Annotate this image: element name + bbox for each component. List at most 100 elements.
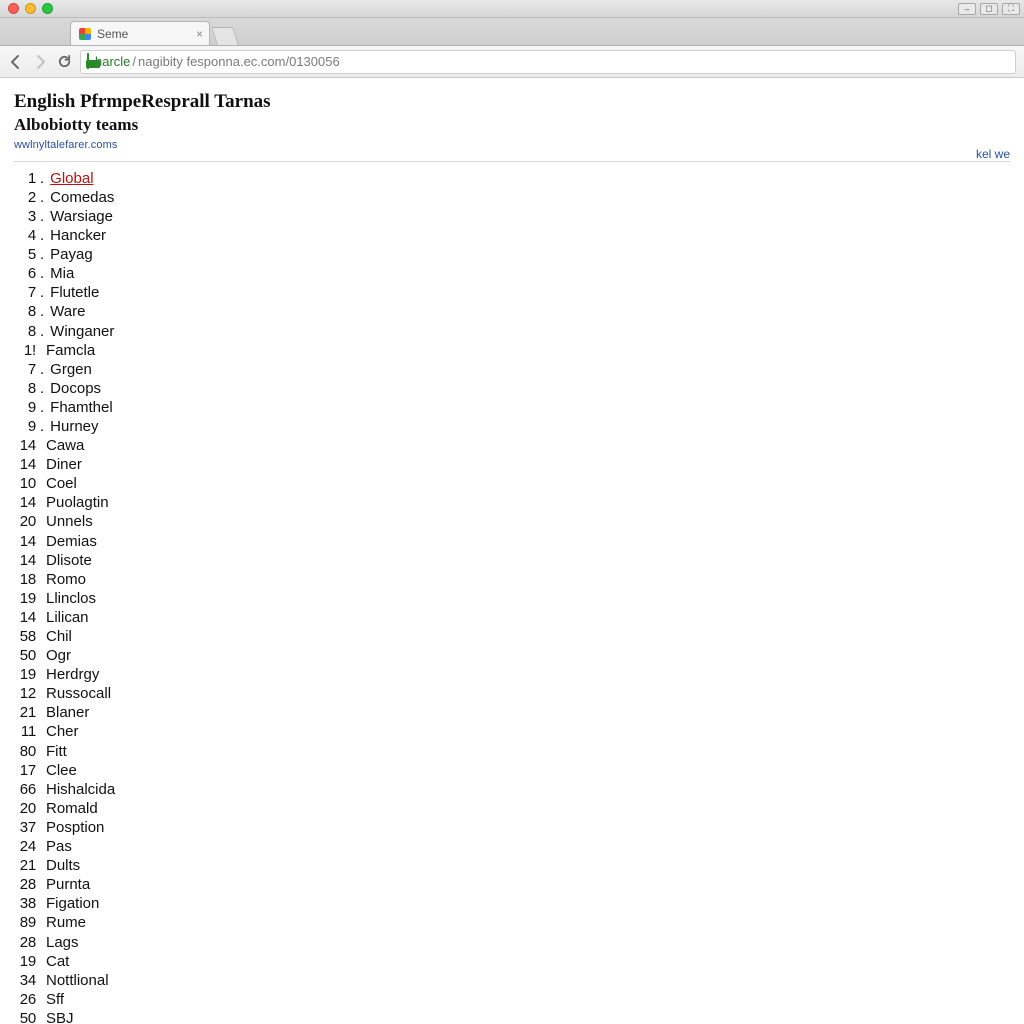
list-item-number: 37 (14, 819, 36, 836)
list-item-number: 14 (14, 533, 36, 550)
list-item-number: 21 (14, 857, 36, 874)
list-item: 2.Comedas (14, 189, 1010, 208)
list-item-label: Puolagtin (46, 494, 109, 511)
browser-tab-active[interactable]: Seme × (70, 21, 210, 45)
list-item-label: Docops (50, 380, 101, 397)
list-item-label: Hurney (50, 418, 98, 435)
list-item-number: 20 (14, 800, 36, 817)
new-tab-button[interactable] (211, 27, 239, 45)
list-item-number: 19 (14, 590, 36, 607)
list-item-label: Hishalcida (46, 781, 115, 798)
list-item-label[interactable]: Global (50, 170, 93, 187)
list-item-label: Nottlional (46, 972, 109, 989)
list-item-dot: . (40, 265, 44, 282)
nav-reload-button[interactable] (56, 54, 72, 70)
lock-icon (87, 54, 89, 69)
list-item-label: Lags (46, 934, 79, 951)
window-aux-button-1[interactable]: – (958, 3, 976, 15)
list-item-label: Hancker (50, 227, 106, 244)
tab-close-icon[interactable]: × (196, 27, 203, 41)
list-item-dot: . (40, 303, 44, 320)
list-item-label: Payag (50, 246, 93, 263)
list-item-label: Dlisote (46, 552, 92, 569)
list-item-label: Warsiage (50, 208, 113, 225)
list-item: 58Chil (14, 628, 1010, 647)
list-item-number: 19 (14, 666, 36, 683)
list-item-label: Winganer (50, 323, 114, 340)
list-item-number: 7 (14, 361, 36, 378)
window-aux-button-2[interactable]: ◻ (980, 3, 998, 15)
list-item: 89Rume (14, 914, 1010, 933)
list-item: 1!Famcla (14, 342, 1010, 361)
list-item: 38Figation (14, 895, 1010, 914)
list-item: 14Cawa (14, 437, 1010, 456)
list-item: 18Romo (14, 571, 1010, 590)
list-item: 14Dlisote (14, 552, 1010, 571)
list-item-number: 38 (14, 895, 36, 912)
list-item-dot: . (40, 227, 44, 244)
list-item: 5.Payag (14, 246, 1010, 265)
list-item: 8.Winganer (14, 323, 1010, 342)
list-item: 12Russocall (14, 685, 1010, 704)
list-item: 28Purnta (14, 876, 1010, 895)
list-item: 8.Docops (14, 380, 1010, 399)
list-item: 4. Hancker (14, 227, 1010, 246)
list-item-dot: . (40, 418, 44, 435)
list-item-number: 9 (14, 418, 36, 435)
window-minimize-button[interactable] (25, 3, 36, 14)
list-item-label: Fitt (46, 743, 67, 760)
list-item: 20Unnels (14, 513, 1010, 532)
list-item-number: 66 (14, 781, 36, 798)
list-item: 9. Hurney (14, 418, 1010, 437)
list-item-number: 1 (14, 170, 36, 187)
list-item: 14Diner (14, 456, 1010, 475)
list-item: 9.Fhamthel (14, 399, 1010, 418)
list-item-dot: . (40, 246, 44, 263)
window-titlebar: – ◻ ⛶ (0, 0, 1024, 18)
list-item-label: Clee (46, 762, 77, 779)
list-item-label: Dults (46, 857, 80, 874)
list-item-number: 4 (14, 227, 36, 244)
reload-icon (57, 54, 72, 69)
list-item-label: Pas (46, 838, 72, 855)
arrow-left-icon (8, 54, 24, 70)
list-item-number: 17 (14, 762, 36, 779)
list-item-number: 50 (14, 1010, 36, 1024)
list-item-label: Fhamthel (50, 399, 113, 416)
list-item: 19Herdrgy (14, 666, 1010, 685)
list-item-number: 8 (14, 303, 36, 320)
list-item-number: 89 (14, 914, 36, 931)
list-item-number: 2 (14, 189, 36, 206)
list-item-label: Llinclos (46, 590, 96, 607)
list-item: 50Ogr (14, 647, 1010, 666)
window-close-button[interactable] (8, 3, 19, 14)
nav-forward-button[interactable] (32, 54, 48, 70)
window-zoom-button[interactable] (42, 3, 53, 14)
address-bar[interactable]: harcle / nagibity fesponna.ec.com/013005… (80, 50, 1016, 74)
list-item-number: 14 (14, 456, 36, 473)
list-item: 20 Romald (14, 800, 1010, 819)
list-item: 7.Grgen (14, 361, 1010, 380)
list-item-number: 3 (14, 208, 36, 225)
list-item-number: 1! (14, 342, 36, 359)
list-item: 14 Puolagtin (14, 494, 1010, 513)
list-item-label: Flutetle (50, 284, 99, 301)
tab-favicon-icon (79, 28, 91, 40)
list-item-number: 14 (14, 494, 36, 511)
list-item-number: 80 (14, 743, 36, 760)
window-aux-button-3[interactable]: ⛶ (1002, 3, 1020, 15)
list-item: 10Coel (14, 475, 1010, 494)
page-site-sub: wwlnyltalefarer.coms (14, 139, 1010, 151)
list-item-dot: . (40, 189, 44, 206)
list-item-number: 8 (14, 323, 36, 340)
list-item: 21 Dults (14, 857, 1010, 876)
list-item-number: 12 (14, 685, 36, 702)
top-right-link[interactable]: kel we (976, 147, 1010, 161)
url-sep: / (132, 54, 136, 69)
list-item: 80 Fitt (14, 743, 1010, 762)
list-item-number: 50 (14, 647, 36, 664)
list-item-label: Romald (46, 800, 98, 817)
nav-back-button[interactable] (8, 54, 24, 70)
list-item: 37Posption (14, 819, 1010, 838)
list-item-number: 19 (14, 953, 36, 970)
